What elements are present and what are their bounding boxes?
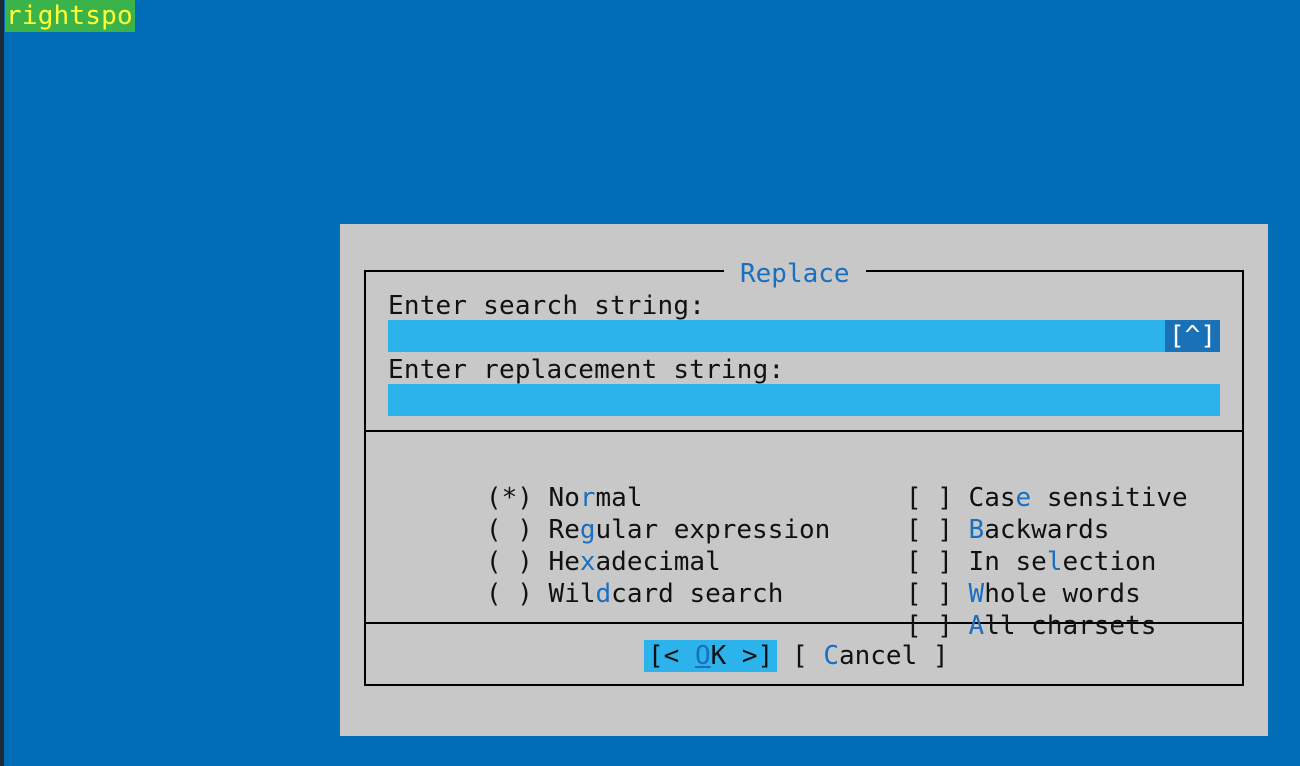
- search-field[interactable]: [^]: [388, 320, 1220, 352]
- search-history-button[interactable]: [^]: [1165, 320, 1220, 352]
- dialog-separator-fields: [364, 430, 1244, 432]
- radio-normal[interactable]: (*) Normal: [392, 450, 643, 513]
- hotkey-letter: O: [694, 641, 711, 671]
- replace-field[interactable]: [388, 384, 1220, 416]
- radio-indicator: ( ): [485, 579, 533, 609]
- option-text: card search: [611, 579, 784, 609]
- dialog-title: Replace: [724, 258, 866, 290]
- checkbox-indicator: [ ]: [905, 611, 953, 641]
- hotkey-letter: A: [968, 611, 985, 641]
- editor-search-match: rightspo: [5, 0, 135, 32]
- button-text: K >]: [710, 641, 774, 671]
- replace-dialog: Replace Enter search string: [^] Enter r…: [340, 224, 1268, 736]
- radio-regular-expression[interactable]: ( ) Regular expression: [392, 482, 830, 545]
- button-text: [<: [648, 641, 695, 671]
- option-text: ll charsets: [984, 611, 1157, 641]
- checkbox-case-sensitive[interactable]: [ ] Case sensitive: [812, 450, 1188, 513]
- checkbox-whole-words[interactable]: [ ] Whole words: [812, 546, 1141, 609]
- replace-label: Enter replacement string:: [388, 355, 785, 385]
- option-text: Wil: [548, 579, 596, 609]
- radio-hexadecimal[interactable]: ( ) Hexadecimal: [392, 514, 721, 577]
- ok-button[interactable]: [< OK >]: [644, 640, 778, 672]
- checkbox-in-selection[interactable]: [ ] In selection: [812, 514, 1156, 577]
- checkbox-all-charsets[interactable]: [ ] All charsets: [812, 578, 1156, 641]
- radio-wildcard-search[interactable]: ( ) Wildcard search: [392, 546, 783, 609]
- button-text: [: [792, 641, 824, 671]
- hotkey-letter: d: [595, 579, 612, 609]
- button-text: ancel ]: [838, 641, 949, 671]
- checkbox-backwards[interactable]: [ ] Backwards: [812, 482, 1110, 545]
- hotkey-letter: C: [823, 641, 839, 671]
- cancel-button[interactable]: [ Cancel ]: [792, 640, 949, 672]
- search-label: Enter search string:: [388, 291, 706, 321]
- terminal-screen: rightspo Replace Enter search string: [^…: [0, 0, 1300, 766]
